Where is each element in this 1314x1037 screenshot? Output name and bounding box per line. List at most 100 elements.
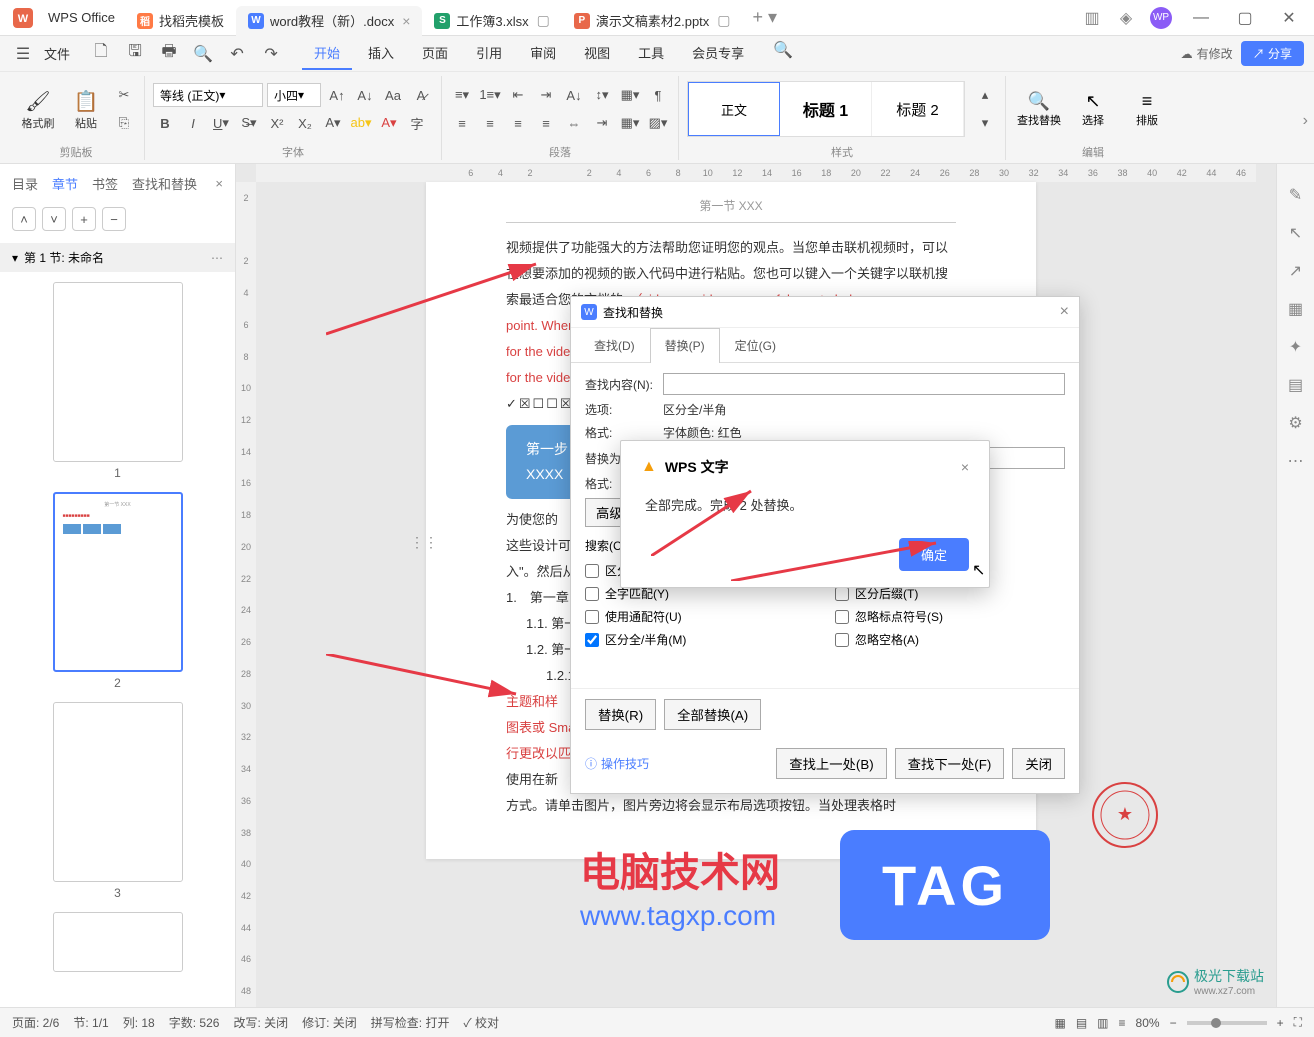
tab-ppt-doc[interactable]: P 演示文稿素材2.pptx ▢: [562, 6, 743, 36]
page-thumbnail[interactable]: [53, 702, 183, 882]
tab-close-icon[interactable]: ▢: [537, 12, 550, 29]
justify-icon[interactable]: ≡: [534, 111, 558, 135]
maximize-button[interactable]: ▢: [1230, 3, 1260, 33]
font-family-select[interactable]: 等线 (正文) ▾: [153, 83, 263, 107]
hamburger-icon[interactable]: ☰: [10, 41, 36, 67]
cut-icon[interactable]: ✂: [112, 83, 136, 107]
share-icon[interactable]: ↗: [1285, 260, 1307, 282]
cursor-icon[interactable]: ↖: [1285, 222, 1307, 244]
preview-icon[interactable]: 🔍: [190, 41, 216, 67]
file-menu[interactable]: 文件: [36, 44, 78, 63]
page-thumbnail[interactable]: [53, 282, 183, 462]
section-header[interactable]: ▾ 第 1 节: 未命名: [0, 243, 235, 272]
change-case-icon[interactable]: Aa: [381, 83, 405, 107]
sidebar-up-icon[interactable]: ˄: [12, 207, 36, 231]
alert-close-icon[interactable]: ×: [961, 459, 969, 475]
text-effect-icon[interactable]: A▾: [321, 111, 345, 135]
style-h1[interactable]: 标题 1: [780, 82, 872, 136]
replace-all-button[interactable]: 全部替换(A): [664, 699, 761, 730]
align-center-icon[interactable]: ≡: [478, 111, 502, 135]
clear-format-icon[interactable]: A̷: [409, 83, 433, 107]
find-input[interactable]: [663, 373, 1065, 395]
fullscreen-icon[interactable]: ⛶: [1294, 1015, 1302, 1030]
line-spacing-icon[interactable]: ↕▾: [590, 83, 614, 107]
sidebar-down-icon[interactable]: ˅: [42, 207, 66, 231]
tab-icon[interactable]: ⇥: [590, 111, 614, 135]
style-h2[interactable]: 标题 2: [872, 82, 964, 136]
zoom-level[interactable]: 80%: [1136, 1016, 1160, 1030]
status-line[interactable]: 列: 18: [123, 1014, 155, 1031]
underline-icon[interactable]: U▾: [209, 111, 233, 135]
page-thumbnail[interactable]: [53, 912, 183, 972]
border-icon[interactable]: ▦▾: [618, 111, 642, 135]
zoom-slider[interactable]: [1187, 1021, 1267, 1025]
check-space[interactable]: 忽略空格(A): [835, 631, 1065, 648]
style-gallery[interactable]: 正文 标题 1 标题 2: [687, 81, 965, 137]
align-left-icon[interactable]: ≡: [450, 111, 474, 135]
menu-tab-vip[interactable]: 会员专享: [680, 37, 756, 70]
pencil-icon[interactable]: ✎: [1285, 184, 1307, 206]
sidebar-tab-sections[interactable]: 章节: [52, 174, 78, 193]
modified-indicator[interactable]: ☁有修改: [1181, 45, 1233, 62]
status-proof[interactable]: ✓ 校对: [463, 1014, 499, 1031]
menu-tab-review[interactable]: 审阅: [518, 37, 568, 70]
paste-button[interactable]: 📋粘贴: [64, 79, 108, 139]
assets-icon[interactable]: ▦: [1285, 298, 1307, 320]
close-window-button[interactable]: ✕: [1274, 3, 1304, 33]
highlight-icon[interactable]: ab▾: [349, 111, 373, 135]
status-revise[interactable]: 修订: 关闭: [302, 1014, 357, 1031]
tools-icon[interactable]: ✦: [1285, 336, 1307, 358]
copy-icon[interactable]: ⎘: [112, 111, 136, 135]
zoom-out-icon[interactable]: −: [1170, 1016, 1177, 1030]
find-prev-button[interactable]: 查找上一处(B): [776, 748, 886, 779]
tab-excel-doc[interactable]: S 工作簿3.xlsx ▢: [422, 6, 561, 36]
superscript-icon[interactable]: X²: [265, 111, 289, 135]
shading-icon[interactable]: ▦▾: [618, 83, 642, 107]
sidebar-tab-toc[interactable]: 目录: [12, 174, 38, 193]
show-marks-icon[interactable]: ¶: [646, 83, 670, 107]
status-words[interactable]: 字数: 526: [169, 1014, 220, 1031]
view-web-icon[interactable]: ▥: [1097, 1016, 1108, 1030]
view-read-icon[interactable]: ▤: [1076, 1016, 1087, 1030]
cube-icon[interactable]: ◈: [1116, 8, 1136, 28]
find-replace-button[interactable]: 🔍查找替换: [1014, 91, 1064, 128]
book-icon[interactable]: ▤: [1285, 374, 1307, 396]
drag-handle-icon[interactable]: ⋮⋮: [410, 534, 438, 551]
strike-icon[interactable]: S̶▾: [237, 111, 261, 135]
menu-tab-tools[interactable]: 工具: [626, 37, 676, 70]
user-avatar[interactable]: WP: [1150, 7, 1172, 29]
font-size-select[interactable]: 小四 ▾: [267, 83, 321, 107]
shrink-font-icon[interactable]: A↓: [353, 83, 377, 107]
vertical-ruler[interactable]: 2246810121416182022242628303234363840424…: [236, 182, 256, 1007]
select-button[interactable]: ↖选择: [1068, 91, 1118, 128]
more-icon[interactable]: ⋯: [1285, 450, 1307, 472]
status-page[interactable]: 页面: 2/6: [12, 1014, 59, 1031]
format-painter-button[interactable]: 🖌格式刷: [16, 79, 60, 139]
menu-tab-insert[interactable]: 插入: [356, 37, 406, 70]
new-icon[interactable]: 🗋: [88, 41, 114, 67]
align-right-icon[interactable]: ≡: [506, 111, 530, 135]
arrange-button[interactable]: ≡排版: [1122, 91, 1172, 128]
sidebar-remove-icon[interactable]: −: [102, 207, 126, 231]
menu-tab-start[interactable]: 开始: [302, 37, 352, 70]
sidebar-add-icon[interactable]: +: [72, 207, 96, 231]
menu-tab-page[interactable]: 页面: [410, 37, 460, 70]
dialog-titlebar[interactable]: W 查找和替换 ×: [571, 297, 1079, 328]
dialog-close-button[interactable]: 关闭: [1012, 748, 1065, 779]
layout-icon[interactable]: ▥: [1082, 8, 1102, 28]
tab-close-icon[interactable]: ▢: [717, 12, 730, 29]
style-up-icon[interactable]: ▴: [973, 83, 997, 107]
style-down-icon[interactable]: ▾: [973, 111, 997, 135]
zoom-in-icon[interactable]: +: [1277, 1016, 1284, 1030]
numbering-icon[interactable]: 1≡▾: [478, 83, 502, 107]
sidebar-close-icon[interactable]: ×: [215, 176, 223, 191]
undo-icon[interactable]: ↶: [224, 41, 250, 67]
tab-close-icon[interactable]: ×: [402, 13, 410, 29]
menu-tab-reference[interactable]: 引用: [464, 37, 514, 70]
decrease-indent-icon[interactable]: ⇤: [506, 83, 530, 107]
distribute-icon[interactable]: ⇔: [562, 111, 586, 135]
check-punct[interactable]: 忽略标点符号(S): [835, 608, 1065, 625]
subscript-icon[interactable]: X₂: [293, 111, 317, 135]
view-print-icon[interactable]: ▦: [1054, 1016, 1065, 1030]
ribbon-expand-icon[interactable]: ›: [1303, 112, 1308, 130]
